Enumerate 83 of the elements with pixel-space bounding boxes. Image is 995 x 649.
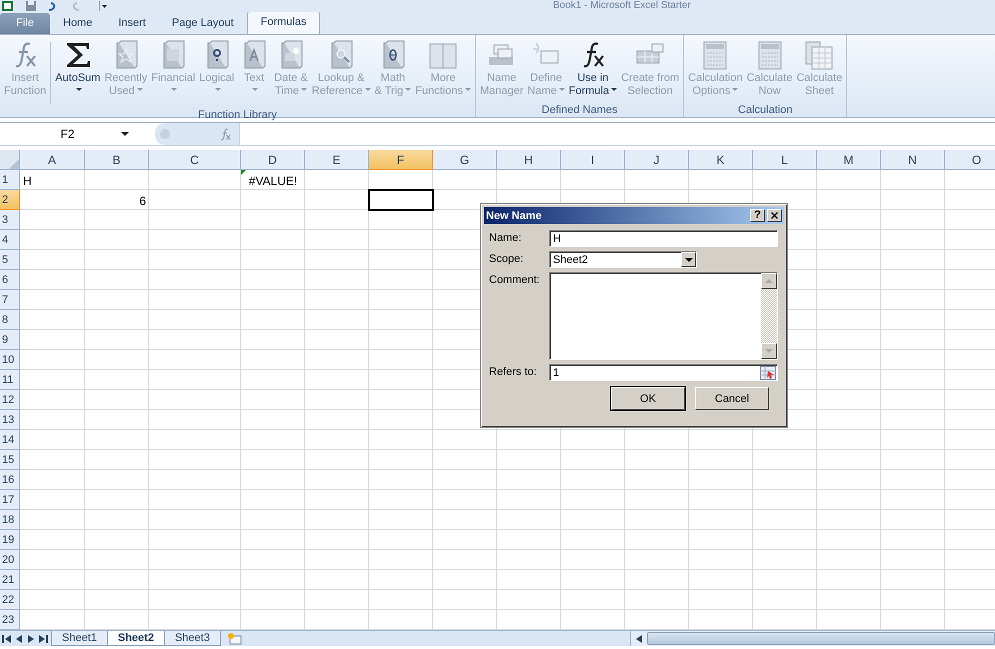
row-header[interactable]: 17 xyxy=(0,490,20,510)
scope-dropdown[interactable]: Sheet2 xyxy=(549,251,697,268)
column-header[interactable]: L xyxy=(753,150,817,170)
row-header[interactable]: 21 xyxy=(0,570,20,590)
group-label: Defined Names xyxy=(540,103,618,117)
row-header[interactable]: 5 xyxy=(0,250,20,270)
insert-sheet-icon[interactable] xyxy=(226,632,243,644)
dialog-button[interactable]: Cancel xyxy=(695,387,769,410)
range-picker-icon[interactable] xyxy=(760,366,776,380)
row-header[interactable]: 18 xyxy=(0,510,20,530)
ribbon-tab[interactable]: Formulas xyxy=(246,11,320,34)
field-label: Name: xyxy=(489,231,522,244)
row-header[interactable]: 12 xyxy=(0,390,20,410)
sheet-tab[interactable]: Sheet2 xyxy=(106,631,165,646)
scroll-left-icon[interactable] xyxy=(635,634,643,644)
row-header[interactable]: 15 xyxy=(0,450,20,470)
column-header[interactable]: I xyxy=(561,150,625,170)
field-label: Scope: xyxy=(489,252,524,265)
customize-toolbar-icon[interactable] xyxy=(99,1,107,11)
column-header[interactable]: H xyxy=(497,150,561,170)
undo-icon[interactable] xyxy=(47,1,57,11)
row-header[interactable]: 2 xyxy=(0,190,20,210)
sheet-calculator-icon xyxy=(803,39,836,71)
help-button[interactable]: ? xyxy=(750,209,765,222)
ribbon-tab[interactable]: Home xyxy=(50,13,106,34)
row-header[interactable]: 16 xyxy=(0,470,20,490)
ribbon-button[interactable]: Use in Formula xyxy=(566,38,620,98)
field-label: Refers to: xyxy=(489,365,538,378)
save-icon[interactable] xyxy=(25,1,37,11)
name-field[interactable]: H xyxy=(549,230,778,247)
row-header[interactable]: 3 xyxy=(0,210,20,230)
row-header[interactable]: 4 xyxy=(0,230,20,250)
next-sheet-icon[interactable] xyxy=(26,634,36,644)
column-header[interactable]: J xyxy=(625,150,689,170)
ribbon-tab[interactable]: Page Layout xyxy=(158,13,247,34)
dialog-title: New Name xyxy=(486,210,543,222)
column-header[interactable]: O xyxy=(945,150,995,170)
column-header[interactable]: E xyxy=(305,150,369,170)
column-header[interactable]: K xyxy=(689,150,753,170)
row-header[interactable]: 8 xyxy=(0,310,20,330)
ribbon-button[interactable]: AutoSum xyxy=(53,38,102,98)
column-header[interactable]: F xyxy=(369,150,433,170)
dialog-button[interactable]: OK xyxy=(611,387,685,410)
row-header[interactable]: 10 xyxy=(0,350,20,370)
row-header[interactable]: 14 xyxy=(0,430,20,450)
name-box[interactable]: F2 xyxy=(0,123,135,145)
column-header[interactable]: A xyxy=(20,150,85,170)
table-cell[interactable]: 6 xyxy=(85,190,149,210)
last-sheet-icon[interactable] xyxy=(38,634,48,644)
row-header[interactable]: 11 xyxy=(0,370,20,390)
sheet-tab[interactable]: Sheet3 xyxy=(164,631,221,646)
column-header[interactable]: G xyxy=(433,150,497,170)
table-cell[interactable]: H xyxy=(20,170,85,190)
close-icon[interactable] xyxy=(767,209,782,222)
column-header[interactable]: B xyxy=(85,150,149,170)
row-header[interactable]: 20 xyxy=(0,550,20,570)
comment-field[interactable] xyxy=(549,272,778,360)
row-header[interactable]: 13 xyxy=(0,410,20,430)
column-header[interactable]: N xyxy=(881,150,945,170)
ribbon-tab[interactable]: Insert xyxy=(105,13,159,34)
grip-icon xyxy=(159,128,171,140)
column-header[interactable]: M xyxy=(817,150,881,170)
window-title: Book1 - Microsoft Excel Starter xyxy=(553,0,691,11)
row-header[interactable]: 19 xyxy=(0,530,20,550)
app-icon[interactable] xyxy=(2,1,13,11)
row-header[interactable]: 6 xyxy=(0,270,20,290)
row-header[interactable]: 1 xyxy=(0,170,20,190)
group-label: Function Library xyxy=(197,108,278,122)
row-header[interactable]: 22 xyxy=(0,590,20,610)
scrollbar-thumb[interactable] xyxy=(647,632,995,645)
group-label: Calculation xyxy=(737,103,794,117)
first-sheet-icon[interactable] xyxy=(2,634,12,644)
table-cell[interactable] xyxy=(369,190,433,210)
row-header[interactable]: 9 xyxy=(0,330,20,350)
row-header[interactable]: 7 xyxy=(0,290,20,310)
previous-sheet-icon[interactable] xyxy=(14,634,24,644)
column-header[interactable]: C xyxy=(149,150,241,170)
table-cell[interactable]: #VALUE! xyxy=(241,170,305,190)
field-label: Comment: xyxy=(489,273,541,286)
row-header[interactable]: 23 xyxy=(0,610,20,630)
refers-to-field[interactable]: 1 xyxy=(549,364,778,381)
column-header[interactable]: D xyxy=(241,150,305,170)
sheet-tab[interactable]: Sheet1 xyxy=(51,631,108,646)
